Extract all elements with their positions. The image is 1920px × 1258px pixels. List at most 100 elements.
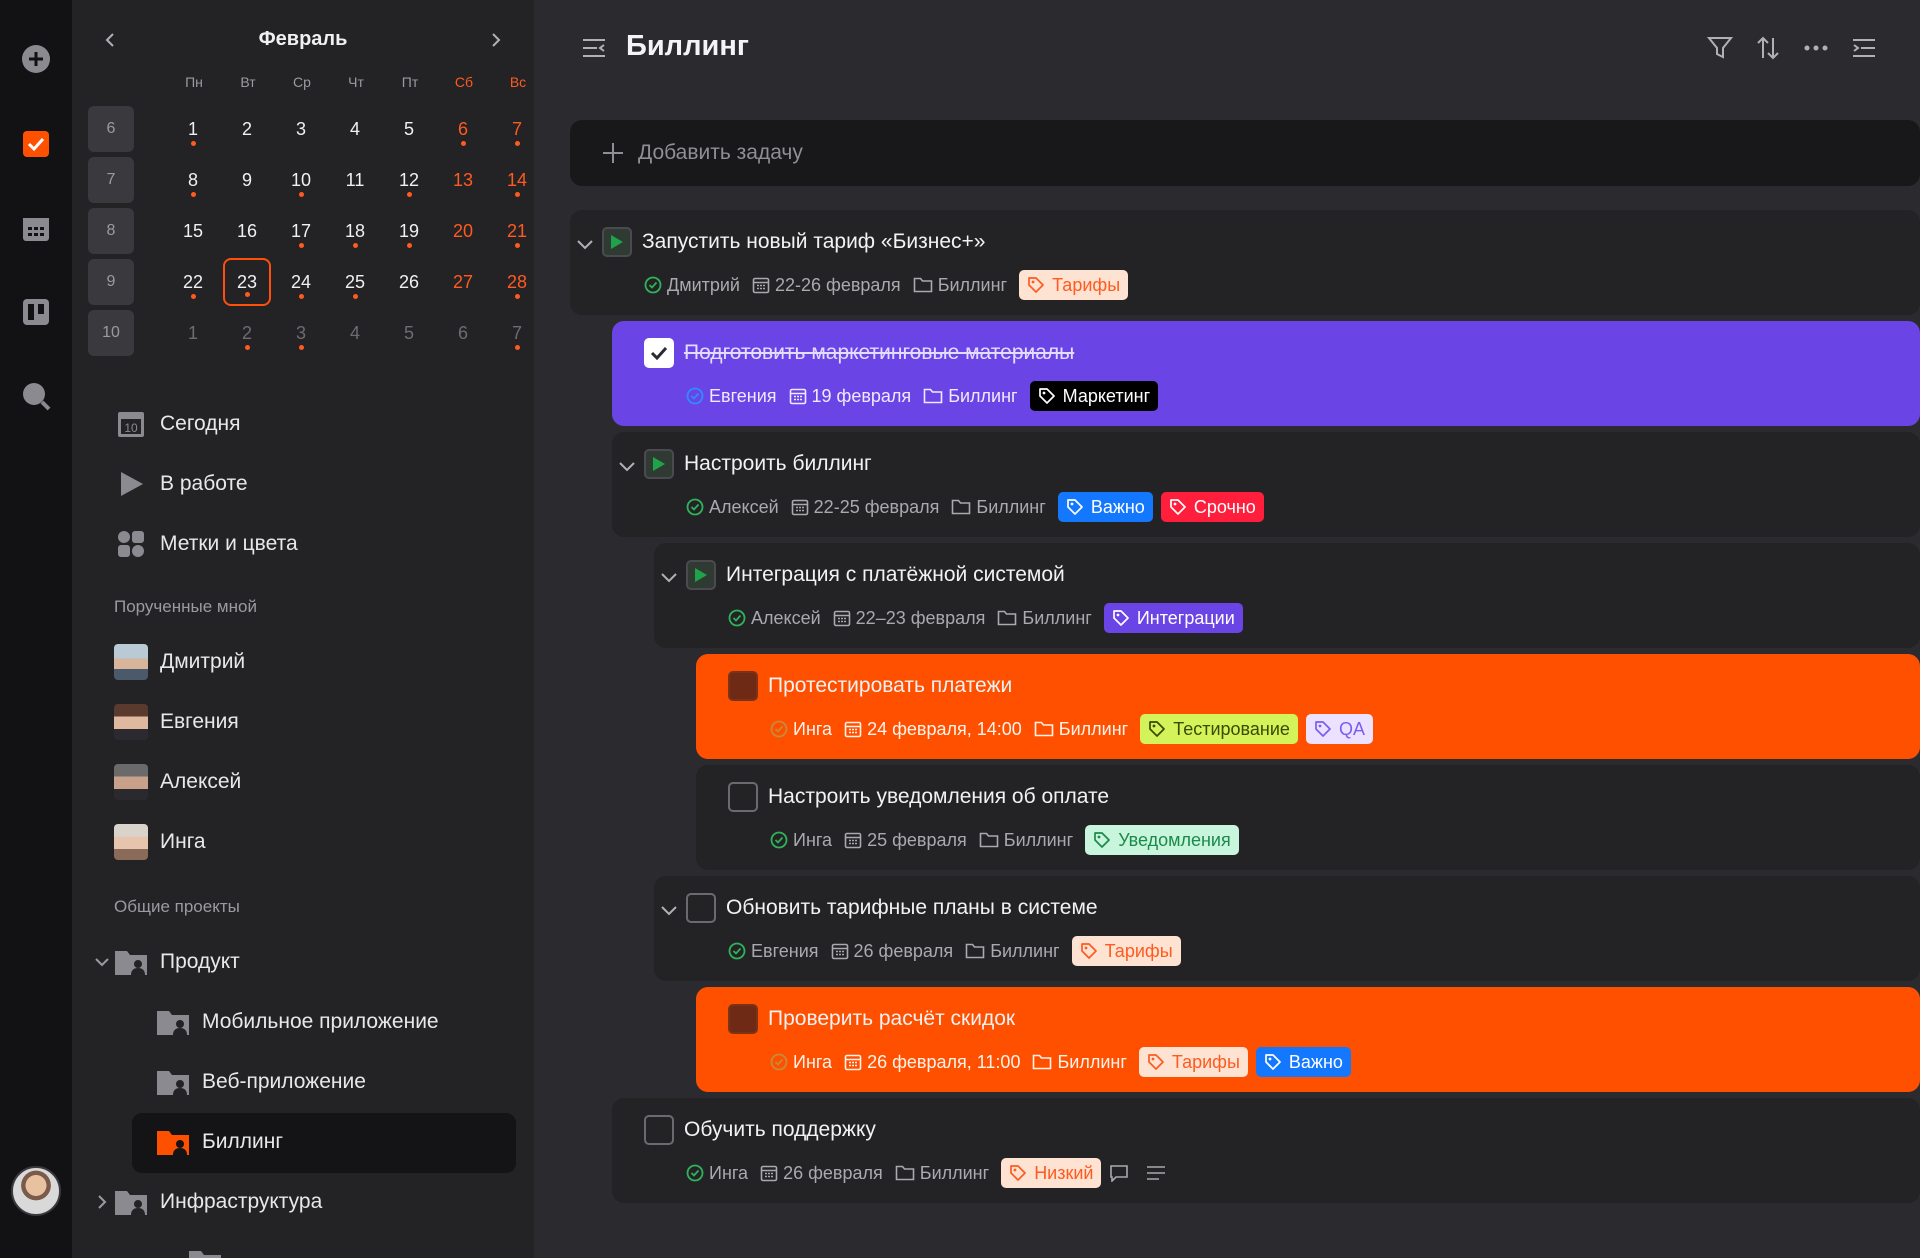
due-date[interactable]: 22-25 февраля <box>791 497 939 518</box>
due-date[interactable]: 19 февраля <box>789 386 911 407</box>
tag-badge[interactable]: Уведомления <box>1085 825 1239 855</box>
filter-icon[interactable] <box>1702 30 1738 66</box>
assignee[interactable]: Инга <box>770 1052 832 1073</box>
project-link[interactable]: Биллинг <box>951 497 1046 518</box>
tag-badge[interactable]: Тарифы <box>1138 1047 1248 1077</box>
in-progress-checkbox[interactable] <box>686 560 716 590</box>
description-icon[interactable] <box>1146 1165 1171 1181</box>
prev-month-button[interactable] <box>96 26 124 54</box>
calendar-day[interactable]: 23 <box>223 258 271 306</box>
task-checkbox[interactable] <box>686 893 716 923</box>
person-item[interactable]: Евгения <box>112 698 512 746</box>
project-link[interactable]: Биллинг <box>923 386 1018 407</box>
in-progress-checkbox[interactable] <box>644 449 674 479</box>
calendar-day[interactable]: 2 <box>223 105 271 153</box>
calendar-day[interactable]: 2 <box>223 309 271 357</box>
task-card[interactable]: Настроить уведомления об оплате Инга 25 фе… <box>696 765 1920 870</box>
calendar-day[interactable]: 13 <box>439 156 487 204</box>
sort-icon[interactable] <box>1750 30 1786 66</box>
assignee[interactable]: Инга <box>770 719 832 740</box>
task-checkbox[interactable] <box>728 782 758 812</box>
task-title[interactable]: Интеграция с платёжной системой <box>726 563 1065 587</box>
assignee[interactable]: Евгения <box>728 941 819 962</box>
due-date[interactable]: 24 февраля, 14:00 <box>844 719 1022 740</box>
calendar-day[interactable]: 20 <box>439 207 487 255</box>
calendar-day[interactable]: 18 <box>331 207 379 255</box>
comment-icon[interactable] <box>1109 1164 1134 1182</box>
assignee[interactable]: Инга <box>770 830 832 851</box>
calendar-day[interactable]: 11 <box>331 156 379 204</box>
task-title[interactable]: Настроить биллинг <box>684 452 872 476</box>
assignee[interactable]: Инга <box>686 1163 748 1184</box>
nav-today[interactable]: 10 Сегодня <box>112 400 512 448</box>
calendar-day[interactable]: 4 <box>331 309 379 357</box>
project-link[interactable]: Биллинг <box>965 941 1060 962</box>
assignee[interactable]: Дмитрий <box>644 275 740 296</box>
project-link[interactable]: Биллинг <box>997 608 1092 629</box>
task-checkbox[interactable] <box>644 1115 674 1145</box>
search-icon[interactable] <box>17 377 55 415</box>
tasks-icon[interactable] <box>17 125 55 163</box>
project-link[interactable]: Биллинг <box>913 275 1007 296</box>
due-date[interactable]: 25 февраля <box>844 830 967 851</box>
task-card[interactable]: Протестировать платежи Инга 24 февраля, 14… <box>696 654 1920 759</box>
calendar-day[interactable]: 3 <box>277 309 325 357</box>
task-title[interactable]: Подготовить маркетинговые материалы <box>684 341 1074 365</box>
assignee[interactable]: Алексей <box>728 608 821 629</box>
calendar-day[interactable]: 21 <box>493 207 534 255</box>
task-card[interactable]: Обновить тарифные планы в системе Евгения… <box>654 876 1920 981</box>
calendar-day[interactable]: 1 <box>169 309 217 357</box>
task-checkbox[interactable] <box>728 1004 758 1034</box>
task-card[interactable]: Обучить поддержку Инга 26 февраля Биллинг Ни… <box>612 1098 1920 1203</box>
calendar-day[interactable]: 22 <box>169 258 217 306</box>
more-icon[interactable] <box>1798 30 1834 66</box>
project-link[interactable]: Биллинг <box>895 1163 989 1184</box>
tag-badge[interactable]: Срочно <box>1160 492 1264 522</box>
calendar-day[interactable]: 10 <box>277 156 325 204</box>
nav-in-work[interactable]: В работе <box>112 460 512 508</box>
calendar-day[interactable]: 3 <box>277 105 325 153</box>
task-title[interactable]: Обучить поддержку <box>684 1118 876 1142</box>
calendar-day[interactable]: 14 <box>493 156 534 204</box>
task-checkbox[interactable] <box>644 338 674 368</box>
task-title[interactable]: Протестировать платежи <box>768 674 1012 698</box>
tag-badge[interactable]: Важно <box>1255 1047 1351 1077</box>
calendar-day[interactable]: 8 <box>169 156 217 204</box>
toggle-sidebar-icon[interactable] <box>576 30 612 66</box>
tag-badge[interactable]: Важно <box>1057 492 1153 522</box>
task-title[interactable]: Проверить расчёт скидок <box>768 1007 1015 1031</box>
in-progress-checkbox[interactable] <box>602 227 632 257</box>
calendar-day[interactable]: 15 <box>169 207 217 255</box>
calendar-icon[interactable] <box>17 210 55 248</box>
person-item[interactable]: Дмитрий <box>112 638 512 686</box>
calendar-day[interactable]: 5 <box>385 309 433 357</box>
chevron-down-icon[interactable] <box>92 957 112 967</box>
calendar-day[interactable]: 26 <box>385 258 433 306</box>
task-card[interactable]: Проверить расчёт скидок Инга 26 февраля, 1… <box>696 987 1920 1092</box>
task-checkbox[interactable] <box>728 671 758 701</box>
project-mobile[interactable]: Мобильное приложение <box>154 998 534 1046</box>
calendar-day[interactable]: 17 <box>277 207 325 255</box>
board-icon[interactable] <box>17 293 55 331</box>
task-title[interactable]: Запустить новый тариф «Бизнес+» <box>642 230 985 254</box>
add-icon[interactable] <box>17 40 55 78</box>
chevron-right-icon[interactable] <box>92 1195 112 1209</box>
task-title[interactable]: Обновить тарифные планы в системе <box>726 896 1098 920</box>
calendar-day[interactable]: 27 <box>439 258 487 306</box>
due-date[interactable]: 26 февраля, 11:00 <box>844 1052 1020 1073</box>
calendar-day[interactable]: 19 <box>385 207 433 255</box>
project-web[interactable]: Веб-приложение <box>154 1058 534 1106</box>
due-date[interactable]: 22–23 февраля <box>833 608 985 629</box>
calendar-day[interactable]: 1 <box>169 105 217 153</box>
chevron-down-icon[interactable] <box>574 234 596 256</box>
calendar-day[interactable]: 7 <box>493 105 534 153</box>
calendar-day[interactable]: 7 <box>493 309 534 357</box>
calendar-day[interactable]: 28 <box>493 258 534 306</box>
next-month-button[interactable] <box>482 26 510 54</box>
calendar-day[interactable]: 6 <box>439 309 487 357</box>
task-card[interactable]: Подготовить маркетинговые материалы Евген… <box>612 321 1920 426</box>
calendar-day[interactable]: 24 <box>277 258 325 306</box>
tag-badge[interactable]: Низкий <box>1001 1158 1102 1188</box>
assignee[interactable]: Алексей <box>686 497 779 518</box>
user-avatar[interactable] <box>11 1166 61 1216</box>
